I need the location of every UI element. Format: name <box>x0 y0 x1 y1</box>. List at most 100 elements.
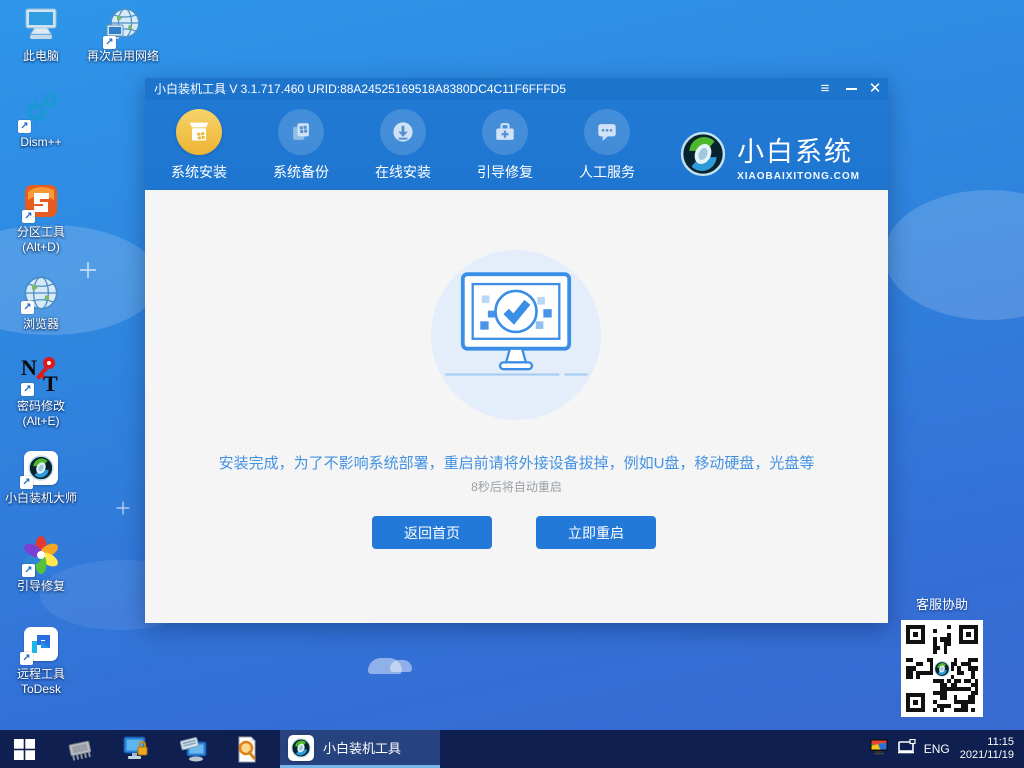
window-titlebar[interactable]: 小白装机工具 V 3.1.717.460 URID:88A24525169518… <box>145 78 888 100</box>
nav-label: 引导修复 <box>455 162 555 182</box>
brand: 小白系统 XIAOBAIXITONG.COM <box>680 130 860 182</box>
nav-system-install[interactable]: 系统安装 <box>149 100 249 190</box>
desktop-icon-label: 引导修复 <box>2 579 80 594</box>
clock-date: 2021/11/19 <box>960 749 1014 762</box>
monitor-lock-icon <box>121 736 149 762</box>
pinwheel-icon: ↗ <box>22 536 60 577</box>
desktop-icon-label: 再次启用网络 <box>80 49 166 64</box>
desktop-icon-label: 小白装机大师 <box>2 491 80 506</box>
customer-service-icon <box>584 109 630 155</box>
clock-time: 11:15 <box>960 736 1014 749</box>
qr-code <box>906 625 978 712</box>
xiaobai-logo-icon <box>288 735 314 761</box>
nav-boot-repair[interactable]: 引导修复 <box>455 100 555 190</box>
support-panel: 客服协助 <box>899 594 985 717</box>
gears-icon: ↗ <box>20 92 62 133</box>
system-install-icon <box>176 109 222 155</box>
xiaobai-tool-window: 小白装机工具 V 3.1.717.460 URID:88A24525169518… <box>145 78 888 623</box>
todesk-icon: ↗ <box>24 627 58 661</box>
taskbar-app-xiaobai[interactable]: 小白装机工具 <box>280 730 440 768</box>
shortcut-arrow-icon: ↗ <box>22 564 35 577</box>
desktop-icon-boot-repair[interactable]: ↗ 引导修复 <box>2 536 80 594</box>
nav-online-install[interactable]: 在线安装 <box>353 100 453 190</box>
network-globe-icon: ↗ <box>105 7 141 46</box>
shortcut-arrow-icon: ↗ <box>21 301 34 314</box>
window-navbar: 系统安装 系统备份 <box>145 100 888 190</box>
shortcut-arrow-icon: ↗ <box>18 120 31 133</box>
partition-tool-icon: ↗ <box>22 182 60 223</box>
taskbar-display-lock-tool[interactable] <box>115 730 155 768</box>
svg-text:N: N <box>21 355 37 380</box>
desktop-icon-partition-tool[interactable]: ↗ 分区工具(Alt+D) <box>2 182 80 255</box>
brand-site: XIAOBAIXITONG.COM <box>737 171 860 182</box>
nav-label: 系统安装 <box>149 162 249 182</box>
shortcut-arrow-icon: ↗ <box>22 210 35 223</box>
shortcut-arrow-icon: ↗ <box>20 476 33 489</box>
browser-globe-icon: ↗ <box>23 275 59 314</box>
nav-label: 系统备份 <box>251 162 351 182</box>
online-install-icon <box>380 109 426 155</box>
taskbar: 小白装机工具 EN <box>0 730 1024 768</box>
desktop-icon-label: 此电脑 <box>2 49 80 64</box>
cloud <box>884 190 1024 320</box>
success-illustration <box>431 250 601 420</box>
window-title: 小白装机工具 V 3.1.717.460 URID:88A24525169518… <box>154 82 566 96</box>
taskbar-app-label: 小白装机工具 <box>323 738 401 757</box>
taskbar-search-tool[interactable] <box>227 730 267 768</box>
start-button[interactable] <box>0 730 48 768</box>
keyboard-monitor-icon <box>179 736 209 762</box>
xiaobai-logo-icon <box>680 131 726 182</box>
minimize-icon[interactable] <box>840 78 862 100</box>
nav-label: 在线安装 <box>353 162 453 182</box>
desktop-icon-label: 远程工具ToDesk <box>2 667 80 697</box>
support-qr <box>901 620 983 717</box>
window-content: 安装完成，为了不影响系统部署，重启前请将外接设备拔掉，例如U盘，移动硬盘，光盘等… <box>145 190 888 623</box>
boot-repair-icon <box>482 109 528 155</box>
desktop-icon-enable-network[interactable]: ↗ 再次启用网络 <box>80 6 166 64</box>
qr-center-logo-icon <box>932 659 952 679</box>
brand-name: 小白系统 <box>737 130 860 169</box>
desktop-icon-label: 分区工具(Alt+D) <box>2 225 80 255</box>
xiaobai-logo-icon: ↗ <box>24 451 58 485</box>
svg-text:T: T <box>43 371 58 395</box>
shortcut-arrow-icon: ↗ <box>21 383 34 396</box>
windows-logo-icon <box>14 739 35 760</box>
shortcut-arrow-icon: ↗ <box>20 652 33 665</box>
nav-label: 人工服务 <box>557 162 657 182</box>
chip-icon <box>66 737 94 761</box>
desktop: 此电脑 ↗ 再次启用网络 ↗ Dism++ <box>0 0 1024 768</box>
desktop-icon-xiaobai-master[interactable]: ↗ 小白装机大师 <box>2 448 80 506</box>
sparkle <box>80 262 96 278</box>
taskbar-clock[interactable]: 11:15 2021/11/19 <box>960 736 1014 762</box>
this-pc-icon <box>21 7 61 46</box>
cloud <box>368 658 402 674</box>
system-tray: ENG 11:15 2021/11/19 <box>869 730 1018 768</box>
nav-system-backup[interactable]: 系统备份 <box>251 100 351 190</box>
desktop-icon-this-pc[interactable]: 此电脑 <box>2 6 80 64</box>
home-button[interactable]: 返回首页 <box>372 516 492 549</box>
menu-icon[interactable]: ≡ <box>814 78 836 100</box>
display-settings-tray-icon[interactable] <box>869 738 889 760</box>
close-icon[interactable]: ✕ <box>864 78 886 100</box>
sparkle <box>117 502 130 515</box>
desktop-icon-label: Dism++ <box>2 135 80 150</box>
reboot-now-button[interactable]: 立即重启 <box>536 516 656 549</box>
desktop-icon-password-change[interactable]: N T ↗ 密码修改(Alt+E) <box>2 356 80 429</box>
input-language-indicator[interactable]: ENG <box>924 742 950 756</box>
document-magnifier-icon <box>235 736 259 763</box>
nt-password-key-icon: N T ↗ <box>19 355 63 398</box>
support-title: 客服协助 <box>899 594 985 613</box>
desktop-icon-label: 浏览器 <box>2 317 80 332</box>
taskbar-input-tool[interactable] <box>174 730 214 768</box>
completion-message: 安装完成，为了不影响系统部署，重启前请将外接设备拔掉，例如U盘，移动硬盘，光盘等 <box>145 452 888 473</box>
shortcut-arrow-icon: ↗ <box>103 36 116 49</box>
network-tray-icon[interactable] <box>897 739 916 760</box>
reboot-countdown: 8秒后将自动重启 <box>145 478 888 495</box>
desktop-icon-label: 密码修改(Alt+E) <box>2 399 80 429</box>
nav-customer-service[interactable]: 人工服务 <box>557 100 657 190</box>
system-backup-icon <box>278 109 324 155</box>
desktop-icon-browser[interactable]: ↗ 浏览器 <box>2 274 80 332</box>
desktop-icon-dism[interactable]: ↗ Dism++ <box>2 92 80 150</box>
taskbar-cpu-tool[interactable] <box>60 730 100 768</box>
desktop-icon-todesk[interactable]: ↗ 远程工具ToDesk <box>2 624 80 697</box>
